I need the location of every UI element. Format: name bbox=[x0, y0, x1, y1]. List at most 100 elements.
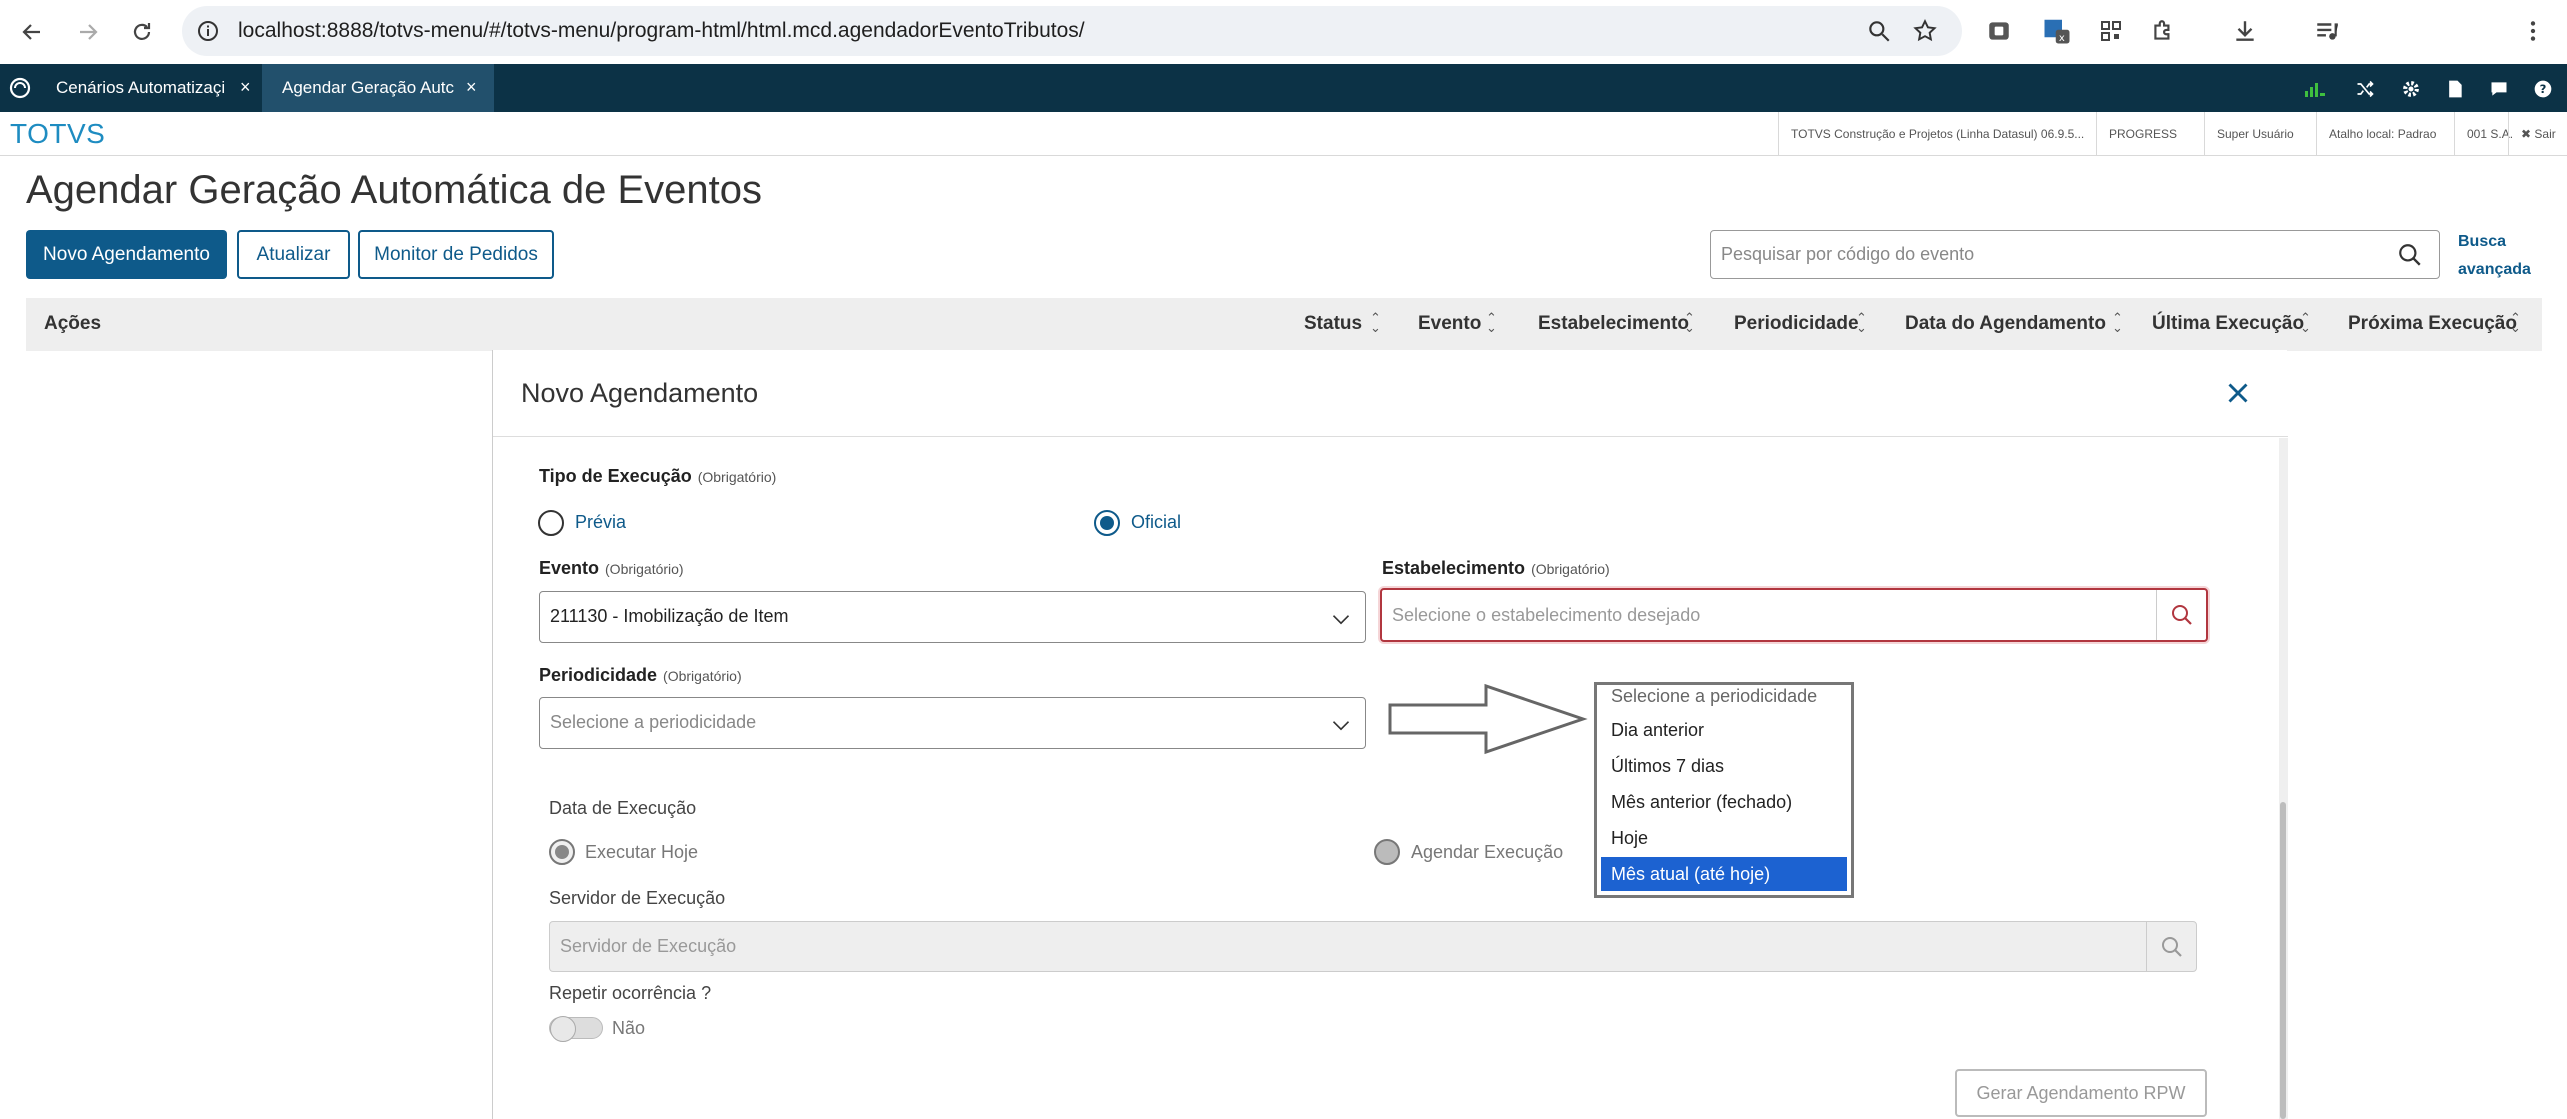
modal-title: Novo Agendamento bbox=[521, 378, 759, 408]
column-header-last-execution[interactable]: Última Execução bbox=[2152, 313, 2304, 335]
qr-code-icon[interactable] bbox=[2094, 14, 2128, 48]
repeat-toggle[interactable] bbox=[549, 1016, 603, 1042]
page-title: Agendar Geração Automática de Eventos bbox=[26, 168, 763, 212]
radio-oficial[interactable] bbox=[1094, 510, 1120, 536]
bookmark-star-icon[interactable] bbox=[1912, 18, 1938, 49]
tab-label: Cenários Automatizaçi bbox=[56, 78, 226, 97]
zoom-icon[interactable] bbox=[1866, 18, 1892, 49]
tab-cenarios[interactable]: Cenários Automatizaçi bbox=[0, 64, 262, 112]
column-header-schedule-date[interactable]: Data do Agendamento bbox=[1905, 313, 2106, 335]
user-info[interactable]: Super Usuário bbox=[2204, 112, 2316, 156]
user-info-text: Super Usuário bbox=[2217, 127, 2294, 141]
column-header-periodicity[interactable]: Periodicidade bbox=[1734, 313, 1859, 335]
execution-type-label-text: Tipo de Execução bbox=[539, 466, 692, 486]
shortcut-info-text: Atalho local: Padrao bbox=[2329, 127, 2437, 141]
sort-icon[interactable]: ⌃ ⌄ bbox=[2510, 311, 2521, 334]
sort-icon[interactable]: ⌃ ⌄ bbox=[1370, 311, 1381, 334]
advanced-search-link[interactable]: Busca avançada bbox=[2458, 228, 2531, 284]
establishment-label-text: Estabelecimento bbox=[1382, 558, 1526, 578]
generate-schedule-button[interactable]: Gerar Agendamento RPW bbox=[1955, 1069, 2207, 1117]
event-select[interactable]: 211130 - Imobilização de Item bbox=[539, 591, 1366, 643]
browser-menu-icon[interactable] bbox=[2516, 14, 2550, 48]
periodicity-dropdown-list: Selecione a periodicidade Dia anterior Ú… bbox=[1594, 682, 1854, 898]
modal-divider bbox=[493, 436, 2288, 437]
repeat-label: Repetir ocorrência ? bbox=[549, 983, 712, 1003]
sort-icon[interactable]: ⌃ ⌄ bbox=[1486, 311, 1497, 334]
download-icon[interactable] bbox=[2228, 14, 2262, 48]
info-bar: TOTVS TOTVS Construção e Projetos (Linha… bbox=[0, 112, 2567, 156]
help-icon[interactable]: ? bbox=[2530, 76, 2556, 102]
chat-icon[interactable] bbox=[2486, 76, 2512, 102]
address-bar[interactable]: localhost:8888/totvs-menu/#/totvs-menu/p… bbox=[182, 6, 1962, 56]
establishment-input[interactable] bbox=[1392, 590, 2152, 640]
dropdown-option-selected[interactable]: Mês atual (até hoje) bbox=[1601, 857, 1847, 891]
tab-close-icon[interactable]: × bbox=[466, 77, 477, 98]
execution-type-label: Tipo de Execução (Obrigatório) bbox=[539, 466, 776, 487]
column-header-establishment[interactable]: Estabelecimento bbox=[1538, 313, 1689, 335]
required-tag: (Obrigatório) bbox=[605, 561, 684, 577]
signal-icon[interactable] bbox=[2302, 76, 2328, 102]
shortcut-info[interactable]: Atalho local: Padrao bbox=[2316, 112, 2454, 156]
advanced-search-line1: Busca bbox=[2458, 233, 2507, 250]
radio-execute-today[interactable] bbox=[549, 839, 575, 865]
dropdown-option[interactable]: Selecione a periodicidade bbox=[1601, 679, 1847, 713]
radio-oficial-label[interactable]: Oficial bbox=[1131, 512, 1181, 533]
refresh-button[interactable]: Atualizar bbox=[237, 230, 350, 279]
periodicity-select[interactable]: Selecione a periodicidade bbox=[539, 697, 1366, 749]
excel-extension-icon[interactable]: x bbox=[2040, 14, 2074, 48]
sort-icon[interactable]: ⌃ ⌄ bbox=[2300, 311, 2311, 334]
periodicity-label-text: Periodicidade bbox=[539, 665, 658, 685]
sort-icon[interactable]: ⌃ ⌄ bbox=[2112, 311, 2123, 334]
column-header-status[interactable]: Status bbox=[1304, 313, 1362, 335]
product-info-text: TOTVS Construção e Projetos (Linha Datas… bbox=[1791, 127, 2085, 141]
execution-date-label: Data de Execução bbox=[549, 798, 697, 818]
back-icon[interactable] bbox=[14, 14, 50, 50]
gear-icon[interactable] bbox=[2398, 76, 2424, 102]
dropdown-option[interactable]: Dia anterior bbox=[1601, 713, 1847, 747]
table-header: Ações Status ⌃ ⌄ Evento ⌃ ⌄ Estabeleciment… bbox=[26, 298, 2542, 351]
required-tag: (Obrigatório) bbox=[1531, 561, 1610, 577]
close-icon[interactable] bbox=[2221, 376, 2255, 410]
tab-label: Agendar Geração Autc bbox=[282, 78, 455, 97]
event-search bbox=[1710, 230, 2440, 279]
url-text[interactable]: localhost:8888/totvs-menu/#/totvs-menu/p… bbox=[238, 19, 1085, 43]
media-playlist-icon[interactable] bbox=[2310, 14, 2344, 48]
order-monitor-button[interactable]: Monitor de Pedidos bbox=[358, 230, 554, 279]
column-header-next-execution[interactable]: Próxima Execução bbox=[2348, 313, 2517, 335]
extension-icon[interactable] bbox=[1982, 14, 2016, 48]
radio-schedule-execution-label[interactable]: Agendar Execução bbox=[1411, 842, 1563, 863]
logout-button[interactable]: ✖ Sair bbox=[2508, 112, 2567, 156]
radio-previa-label[interactable]: Prévia bbox=[575, 512, 626, 533]
search-icon[interactable] bbox=[2146, 922, 2196, 971]
extensions-puzzle-icon[interactable] bbox=[2146, 14, 2180, 48]
event-select-value: 211130 - Imobilização de Item bbox=[550, 606, 789, 626]
radio-schedule-execution[interactable] bbox=[1374, 839, 1400, 865]
tab-agendar[interactable]: Agendar Geração Autc bbox=[262, 64, 494, 112]
chevron-down-icon bbox=[1332, 615, 1350, 625]
server-input[interactable] bbox=[560, 922, 2120, 971]
new-schedule-button[interactable]: Novo Agendamento bbox=[26, 230, 227, 279]
site-info-icon[interactable] bbox=[196, 19, 220, 48]
radio-previa[interactable] bbox=[538, 510, 564, 536]
event-search-input[interactable] bbox=[1721, 231, 2371, 278]
dropdown-option[interactable]: Mês anterior (fechado) bbox=[1601, 785, 1847, 819]
sort-icon[interactable]: ⌃ ⌄ bbox=[1856, 311, 1867, 334]
forward-icon[interactable] bbox=[70, 14, 106, 50]
dropdown-option[interactable]: Hoje bbox=[1601, 821, 1847, 855]
shuffle-icon[interactable] bbox=[2352, 76, 2378, 102]
document-icon[interactable] bbox=[2442, 76, 2468, 102]
server-field bbox=[549, 921, 2197, 972]
sort-icon[interactable]: ⌃ ⌄ bbox=[1684, 311, 1695, 334]
dropdown-option[interactable]: Últimos 7 dias bbox=[1601, 749, 1847, 783]
radio-execute-today-label[interactable]: Executar Hoje bbox=[585, 842, 698, 863]
database-info: PROGRESS bbox=[2096, 112, 2204, 156]
column-header-event[interactable]: Evento bbox=[1418, 313, 1481, 335]
search-icon[interactable] bbox=[2397, 242, 2423, 273]
svg-text:x: x bbox=[2059, 33, 2065, 44]
reload-icon[interactable] bbox=[124, 14, 160, 50]
modal-scrollbar-thumb[interactable] bbox=[2280, 802, 2286, 1119]
svg-text:?: ? bbox=[2540, 82, 2547, 96]
search-icon[interactable] bbox=[2156, 590, 2206, 640]
tab-close-icon[interactable]: × bbox=[240, 77, 251, 98]
brand-logo: TOTVS bbox=[10, 118, 106, 149]
